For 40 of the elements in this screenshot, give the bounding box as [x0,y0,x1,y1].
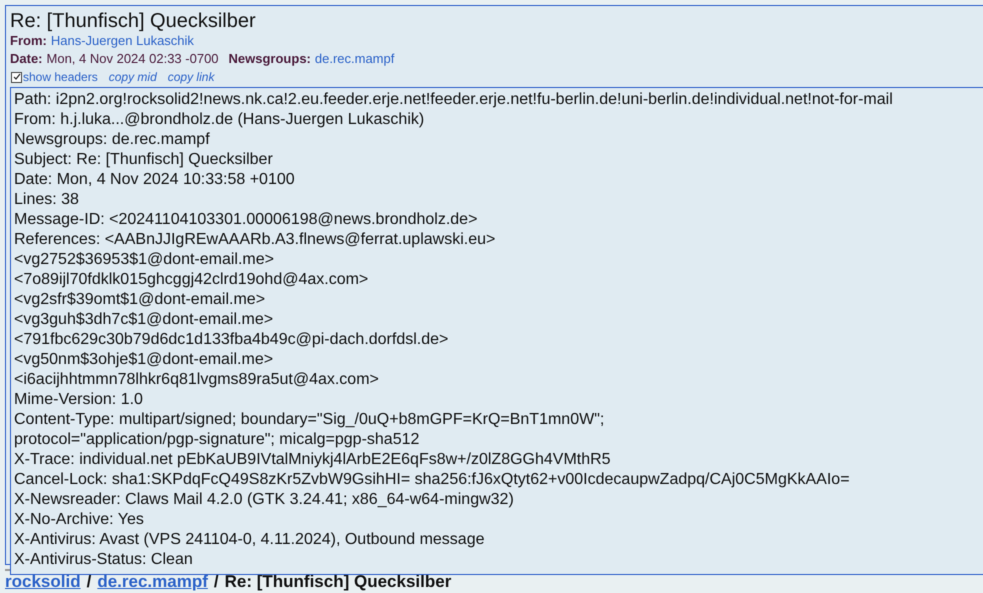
article-subject: Re: [Thunfisch] Quecksilber [10,10,257,32]
date-value: Mon, 4 Nov 2024 02:33 -0700 [46,50,219,68]
header-line: Lines: 38 [14,190,80,210]
from-label: From: [10,32,47,50]
date-label: Date: [10,50,43,68]
header-line: <7o89ijl70fdklk015ghcggj42clrd19ohd@4ax.com> [14,270,370,290]
header-line: Date: Mon, 4 Nov 2024 10:33:58 +0100 [14,170,296,190]
breadcrumb-link[interactable]: rocksolid [5,572,81,591]
newsgroup-link[interactable]: de.rec.mampf [314,50,394,68]
header-line: <791fbc629c30b79d6dc1d133fba4b49c@pi-dach.dorfdsl.de> [14,330,450,350]
author-link[interactable]: Hans-Juergen Lukaschik [50,32,194,50]
header-line: protocol="application/pgp-signature"; micalg=pgp-sha512 [14,430,420,450]
header-line: Message-ID: <20241104103301.00006198@news.brondholz.de> [14,210,478,230]
show-headers-label[interactable]: show headers [23,69,98,85]
header-line: X-Newsreader: Claws Mail 4.2.0 (GTK 3.24.41; x86_64-w64-mingw32) [14,490,515,510]
show-headers-checkbox[interactable] [11,72,22,82]
header-line: <vg2752$36953$1@dont-email.me> [14,250,275,270]
header-line: Mime-Version: 1.0 [14,390,144,410]
header-line: X-No-Archive: Yes [14,510,145,530]
header-line: <i6acijhhtmmn78lhkr6q81lvgms89ra5ut@4ax.com> [14,370,380,390]
header-line: References: <AABnJJIgREwAAARb.A3.flnews@ferrat.uplawski.eu> [14,230,496,250]
header-line: X-Antivirus-Status: Clean [14,550,194,570]
header-line: <vg50nm$3ohje$1@dont-email.me> [14,350,274,370]
header-line: Cancel-Lock: sha1:SKPdqFcQ49S8zKr5ZvbW9GsihHI= sha256:fJ6xQtyt62+v00IcdecaupwZadpq/CAj0C5MgKkAAIo= [14,470,851,490]
breadcrumb-link[interactable]: de.rec.mampf [97,572,208,591]
header-line: <vg3guh$3dh7c$1@dont-email.me> [14,310,274,330]
copy-link[interactable]: copy mid [108,69,157,85]
newsgroups-label: Newsgroups: [228,50,311,68]
header-line: X-Trace: individual.net pEbKaUB9IVtalMniykj4lArbE2E6qFs8w+/z0lZ8GGh4VMthR5 [14,450,612,470]
copy-link[interactable]: copy link [168,69,214,85]
header-line: Path: i2pn2.org!rocksolid2!news.nk.ca!2.eu.feeder.erje.net!feeder.erje.net!fu-berlin.de!uni-berlin.de!individual.net!not-for-mail [14,90,894,110]
breadcrumb-separator: / [214,572,219,591]
header-line: Content-Type: multipart/signed; boundary="Sig_/0uQ+b8mGPF=KrQ=BnT1mn0W"; [14,410,606,430]
header-line: Subject: Re: [Thunfisch] Quecksilber [14,150,274,170]
header-line: <vg2sfr$39omt$1@dont-email.me> [14,290,266,310]
breadcrumb-current: Re: [Thunfisch] Quecksilber [224,572,452,591]
header-line: X-Antivirus: Avast (VPS 241104-0, 4.11.2024), Outbound message [14,530,486,550]
breadcrumb-separator: / [86,572,92,591]
header-line: Newsgroups: de.rec.mampf [14,130,211,150]
header-line: From: h.j.luka...@brondholz.de (Hans-Juergen Lukaschik) [14,110,426,130]
